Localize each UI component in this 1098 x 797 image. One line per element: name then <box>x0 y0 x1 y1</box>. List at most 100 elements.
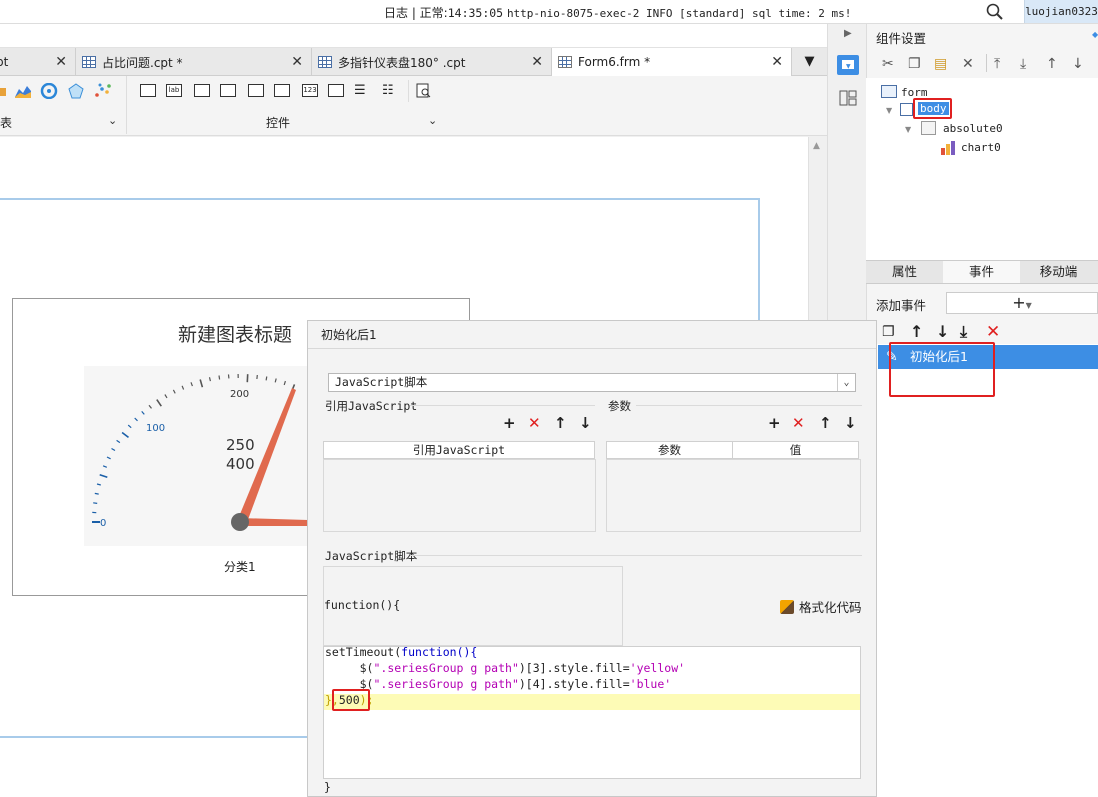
copy-icon[interactable]: ❐ <box>882 324 895 340</box>
combo-widget-icon[interactable] <box>220 84 236 97</box>
params-table[interactable] <box>606 459 861 532</box>
format-code-button[interactable]: 格式化代码 <box>780 597 862 616</box>
scroll-up-icon[interactable]: ▲ <box>813 141 820 151</box>
paste-icon[interactable]: ▤ <box>934 56 947 72</box>
move-up-icon[interactable]: ↑ <box>819 414 832 432</box>
gauge-value-2: 400 <box>226 455 255 473</box>
function-open-text: function(){ <box>324 598 401 612</box>
tab-properties[interactable]: 属性 <box>866 261 943 283</box>
gauge-tick <box>93 502 98 504</box>
move-top-icon[interactable]: ⤒ <box>994 56 1000 72</box>
layout-icon[interactable] <box>839 90 857 106</box>
text-widget-icon[interactable] <box>194 84 210 97</box>
expand-arrow-icon[interactable]: ▶ <box>844 28 852 39</box>
section-divider <box>410 555 862 556</box>
move-down-icon[interactable]: ↓ <box>936 322 949 341</box>
close-icon[interactable]: ✕ <box>291 54 303 70</box>
label-widget-icon[interactable]: lab <box>166 84 182 97</box>
chevron-down-icon[interactable]: ⌄ <box>108 114 117 127</box>
add-event-button[interactable]: +▼ <box>946 292 1098 314</box>
category-label: 分类1 <box>224 560 256 574</box>
date-widget-icon[interactable] <box>248 84 264 97</box>
ref-js-table[interactable] <box>323 459 596 532</box>
area-chart-icon[interactable] <box>14 83 32 99</box>
event-toolbar: ❐ ↑ ↓ ⤓ ✕ <box>876 322 1098 344</box>
move-down-icon[interactable]: ↓ <box>844 414 857 432</box>
button-widget-icon[interactable] <box>140 84 156 97</box>
code-token: ".seriesGroup g path" <box>373 661 519 675</box>
function-close-text: } <box>324 780 331 794</box>
tree-item-chart0[interactable]: chart0 <box>961 141 1001 154</box>
secondary-bar <box>0 24 827 48</box>
delete-icon[interactable]: ✕ <box>528 414 541 432</box>
user-name[interactable]: luojian0323 <box>1024 0 1098 23</box>
scatter-chart-icon[interactable] <box>94 83 112 99</box>
tree-item-absolute0[interactable]: absolute0 <box>943 122 1003 135</box>
close-icon[interactable]: ✕ <box>771 54 783 70</box>
tree-collapse-icon[interactable]: ▼ <box>905 125 911 134</box>
pin-icon[interactable]: ◆ <box>1092 30 1098 39</box>
number-widget-icon[interactable]: 123 <box>302 84 318 97</box>
close-icon[interactable]: ✕ <box>55 54 67 70</box>
delete-icon[interactable]: ✕ <box>792 414 805 432</box>
chart-widget-icon <box>941 141 955 155</box>
code-token: 'yellow' <box>629 661 686 675</box>
params-section-label: 参数 <box>608 399 631 413</box>
delete-icon[interactable]: ✕ <box>986 322 1000 342</box>
textarea-widget-icon[interactable] <box>328 84 344 97</box>
chevron-down-icon[interactable]: ⌄ <box>837 374 855 391</box>
tab-strip: pt ✕ 占比问题.cpt * ✕ 多指针仪表盘180° .cpt ✕ Form… <box>0 48 827 76</box>
tree-collapse-icon[interactable]: ▼ <box>886 106 892 115</box>
gauge-chart: 0 100 200 250 400 <box>84 366 308 546</box>
code-line-3: $(".seriesGroup g path")[4].style.fill='… <box>325 676 672 692</box>
code-token: ".seriesGroup g path" <box>373 677 519 691</box>
tick-label-100: 100 <box>146 423 165 434</box>
move-up-icon[interactable]: ↑ <box>910 322 923 341</box>
tab-menu-icon[interactable]: ▼ <box>792 48 827 76</box>
query-widget-icon[interactable] <box>416 83 432 99</box>
gauge-tick <box>218 375 221 380</box>
absolute-layout-icon <box>921 121 936 135</box>
current-line-highlight <box>324 694 860 710</box>
toolbar-divider <box>986 54 987 72</box>
gauge-chart-icon[interactable] <box>40 83 58 99</box>
cut-icon[interactable]: ✂ <box>882 56 894 72</box>
add-icon[interactable]: + <box>503 414 516 432</box>
status-time: 14:35:05 <box>447 6 504 20</box>
calendar-widget-icon[interactable] <box>274 84 290 97</box>
move-bottom-icon[interactable]: ⤓ <box>1020 56 1026 72</box>
tab-gauge[interactable]: 多指针仪表盘180° .cpt ✕ <box>312 48 552 76</box>
tab-label: 多指针仪表盘180° .cpt <box>338 55 466 70</box>
chart-icon-partial[interactable] <box>0 84 10 98</box>
move-up-icon[interactable]: ↑ <box>1046 56 1058 72</box>
form-icon <box>881 85 897 98</box>
tab-events[interactable]: 事件 <box>943 261 1020 283</box>
ref-js-section-label: 引用JavaScript <box>325 399 418 413</box>
tab-zhanbi[interactable]: 占比问题.cpt * ✕ <box>76 48 312 76</box>
radio-group-icon[interactable]: ☰ <box>354 84 370 97</box>
delete-icon[interactable]: ✕ <box>962 56 974 72</box>
move-down-icon[interactable]: ↓ <box>579 414 592 432</box>
form-icon <box>558 56 572 68</box>
tab-pt[interactable]: pt ✕ <box>0 48 76 76</box>
gauge-pivot <box>231 513 249 531</box>
move-down-icon[interactable]: ↓ <box>1072 56 1084 72</box>
radar-chart-icon[interactable] <box>67 83 85 99</box>
checkbox-group-icon[interactable]: ☷ <box>382 84 398 97</box>
code-line-1: setTimeout(function(){ <box>325 644 477 660</box>
gauge-value-1: 250 <box>226 436 255 454</box>
move-bottom-icon[interactable]: ⤓ <box>960 322 967 342</box>
add-icon[interactable]: + <box>768 414 781 432</box>
script-type-select[interactable]: JavaScript脚本 ⌄ <box>328 373 856 392</box>
tab-label: pt <box>0 55 9 69</box>
chevron-down-icon[interactable]: ⌄ <box>428 114 437 127</box>
search-icon[interactable] <box>986 3 1004 21</box>
tab-form6[interactable]: Form6.frm * ✕ <box>552 48 792 76</box>
close-icon[interactable]: ✕ <box>531 54 543 70</box>
body-icon <box>900 103 913 116</box>
tab-mobile[interactable]: 移动端 <box>1020 261 1097 283</box>
widget-settings-icon[interactable]: ▼ <box>837 55 859 75</box>
add-event-label: 添加事件 <box>876 298 927 313</box>
move-up-icon[interactable]: ↑ <box>554 414 567 432</box>
copy-icon[interactable]: ❐ <box>908 56 921 72</box>
